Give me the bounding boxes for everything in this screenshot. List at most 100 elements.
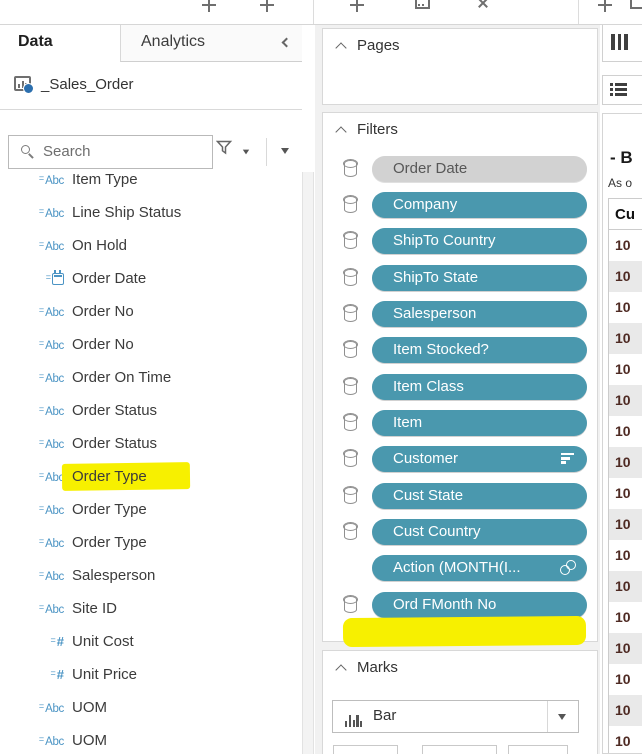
field-row[interactable]: =Abc Item Type <box>0 173 302 196</box>
filter-pill[interactable]: Cust Country <box>372 519 587 545</box>
filter-pill[interactable]: Cust State <box>372 483 587 509</box>
worksheet-view-partial: - B As o Cu 10 10 10 10 10 10 10 10 10 1… <box>602 113 642 754</box>
tab-analytics[interactable]: Analytics <box>120 25 302 62</box>
columns-shelf-partial[interactable] <box>602 20 642 62</box>
filter-pill[interactable]: Company <box>372 192 587 218</box>
table-cell[interactable]: 10 <box>609 323 642 354</box>
number-field-icon: =# <box>30 666 64 684</box>
marks-color-button-partial[interactable] <box>333 745 398 754</box>
string-field-icon: =Abc <box>30 402 64 420</box>
field-row[interactable]: =Abc Order On Time <box>0 361 302 394</box>
filter-pill[interactable]: Order Date <box>372 156 587 182</box>
filter-pill[interactable]: Customer <box>372 446 587 472</box>
toolbar-icon-partial[interactable] <box>200 0 220 22</box>
database-context-icon <box>344 305 357 322</box>
string-field-icon: =Abc <box>30 501 64 519</box>
toolbar-icon-partial[interactable] <box>473 0 493 22</box>
table-cell[interactable]: 10 <box>609 416 642 447</box>
worksheet-subtitle-partial: As o <box>608 176 632 190</box>
rows-shelf-partial[interactable] <box>602 75 642 105</box>
filter-pill[interactable]: Item Stocked? <box>372 337 587 363</box>
tab-data[interactable]: Data <box>18 33 53 51</box>
filter-pill[interactable]: ShipTo Country <box>372 228 587 254</box>
table-cell[interactable]: 10 <box>609 478 642 509</box>
collapse-filters-icon[interactable] <box>335 126 346 137</box>
database-context-icon <box>344 160 357 177</box>
table-cell[interactable]: 10 <box>609 664 642 695</box>
toolbar-icon-partial[interactable] <box>348 0 368 22</box>
filter-fields-button[interactable] <box>216 140 260 164</box>
table-cell[interactable]: 10 <box>609 540 642 571</box>
worksheet-table-partial: Cu 10 10 10 10 10 10 10 10 10 10 10 10 1… <box>608 198 642 754</box>
datasource-name: _Sales_Order <box>41 76 134 93</box>
datasource-icon <box>14 76 31 91</box>
field-row[interactable]: =Abc Line Ship Status <box>0 196 302 229</box>
filter-pill[interactable]: Ord FMonth No <box>372 592 587 618</box>
field-row[interactable]: =Abc UOM <box>0 724 302 754</box>
field-row[interactable]: =Abc Order Type <box>0 526 302 559</box>
table-cell[interactable]: 10 <box>609 633 642 664</box>
yellow-highlight-annotation <box>343 616 586 647</box>
database-context-icon <box>344 450 357 467</box>
field-row[interactable]: =Abc Order No <box>0 295 302 328</box>
database-context-icon <box>344 523 357 540</box>
field-row[interactable]: =Abc UOM <box>0 691 302 724</box>
divider <box>266 138 267 166</box>
table-cell[interactable]: 10 <box>609 695 642 726</box>
filter-pill[interactable]: Item Class <box>372 374 587 400</box>
string-field-icon: =Abc <box>30 237 64 255</box>
string-field-icon: =Abc <box>30 567 64 585</box>
field-row[interactable]: =Abc Order Type <box>0 493 302 526</box>
mark-type-dropdown[interactable]: Bar <box>332 700 579 733</box>
toolbar-icon-partial[interactable] <box>628 0 642 22</box>
table-cell[interactable]: 10 <box>609 509 642 540</box>
filter-pill-action[interactable]: Action (MONTH(I... <box>372 555 587 581</box>
collapse-pane-icon[interactable] <box>282 38 292 48</box>
table-cell[interactable]: 10 <box>609 447 642 478</box>
database-context-icon <box>344 232 357 249</box>
table-cell[interactable]: 10 <box>609 230 642 261</box>
table-cell[interactable]: 10 <box>609 602 642 633</box>
table-cell[interactable]: 10 <box>609 726 642 754</box>
field-row[interactable]: =Abc Salesperson <box>0 559 302 592</box>
field-row[interactable]: =Abc Order Status <box>0 427 302 460</box>
field-row[interactable]: =# Unit Cost <box>0 625 302 658</box>
datasource-row[interactable]: _Sales_Order <box>0 62 302 110</box>
collapse-marks-icon[interactable] <box>335 664 346 675</box>
field-row[interactable]: =# Unit Price <box>0 658 302 691</box>
mark-type-caret-button[interactable] <box>547 701 578 732</box>
database-context-icon <box>344 414 357 431</box>
string-field-icon: =Abc <box>30 303 64 321</box>
toolbar-icon-partial[interactable] <box>258 0 278 22</box>
table-cell[interactable]: 10 <box>609 354 642 385</box>
toolbar-icon-partial[interactable] <box>413 0 433 22</box>
field-row[interactable]: =Abc Site ID <box>0 592 302 625</box>
field-row-highlighted[interactable]: =Abc Order Type <box>0 460 302 493</box>
columns-shelf-icon <box>611 34 631 55</box>
filter-pill[interactable]: Salesperson <box>372 301 587 327</box>
mark-type-label: Bar <box>373 707 396 724</box>
field-row[interactable]: =Abc Order Status <box>0 394 302 427</box>
database-context-icon <box>344 341 357 358</box>
marks-size-button-partial[interactable] <box>422 745 497 754</box>
table-cell[interactable]: 10 <box>609 292 642 323</box>
string-field-icon: =Abc <box>30 336 64 354</box>
caret-down-icon <box>558 714 566 720</box>
field-row[interactable]: = Order Date <box>0 262 302 295</box>
table-cell[interactable]: 10 <box>609 385 642 416</box>
data-pane-tabs: Data Analytics <box>0 25 302 62</box>
marks-label-button-partial[interactable] <box>508 745 568 754</box>
field-row[interactable]: =Abc Order No <box>0 328 302 361</box>
field-row[interactable]: =Abc On Hold <box>0 229 302 262</box>
collapse-pages-icon[interactable] <box>335 42 346 53</box>
filter-pill[interactable]: Item <box>372 410 587 436</box>
field-list-scrollbar[interactable] <box>302 172 314 754</box>
string-field-icon: =Abc <box>30 699 64 717</box>
filter-pill[interactable]: ShipTo State <box>372 265 587 291</box>
table-column-header: Cu <box>609 199 642 230</box>
view-options-caret[interactable] <box>281 148 289 154</box>
toolbar-icon-partial[interactable] <box>596 0 616 22</box>
table-cell[interactable]: 10 <box>609 261 642 292</box>
search-input[interactable]: Search <box>8 135 213 169</box>
table-cell[interactable]: 10 <box>609 571 642 602</box>
